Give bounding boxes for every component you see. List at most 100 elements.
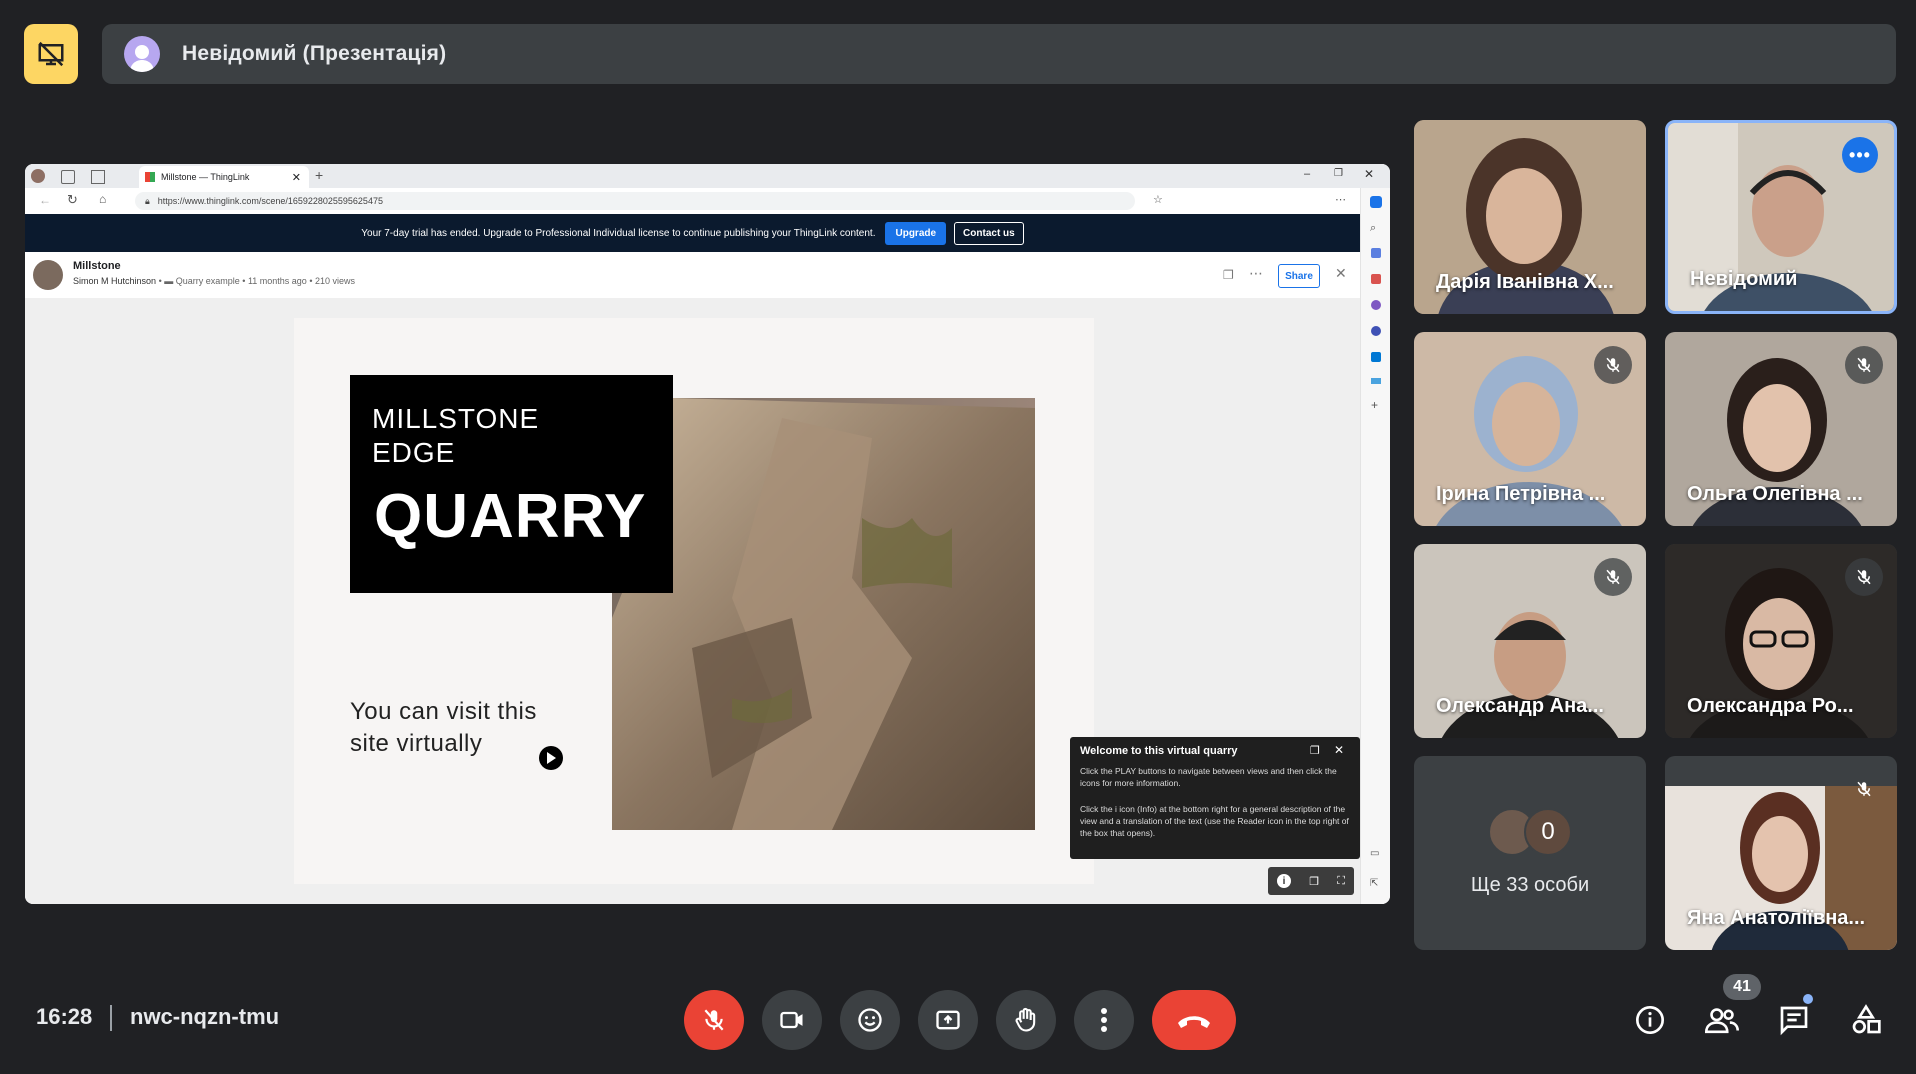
copilot-icon[interactable] xyxy=(1370,196,1382,208)
games-icon[interactable] xyxy=(1371,300,1381,310)
browser-menu-icon[interactable]: ⋯ xyxy=(1335,193,1346,206)
presentation-off-icon xyxy=(38,41,64,67)
presentation-button[interactable] xyxy=(24,24,78,84)
close-tab-icon[interactable]: ✕ xyxy=(292,171,301,184)
back-icon[interactable]: ← xyxy=(39,193,51,207)
present-screen-icon xyxy=(936,1010,960,1030)
participant-tile[interactable]: Олександр Ана... xyxy=(1414,544,1646,738)
office-icon[interactable] xyxy=(1371,326,1381,336)
mic-muted-icon xyxy=(1594,558,1632,596)
slide-caption-line2: site virtually xyxy=(350,730,483,757)
raise-hand-button[interactable] xyxy=(996,990,1056,1050)
scene-author[interactable]: Simon M Hutchinson xyxy=(73,276,156,286)
present-button[interactable] xyxy=(918,990,978,1050)
sidebar-toggle-icon[interactable]: ▭ xyxy=(1370,848,1379,859)
participant-tile[interactable]: Олександра Ро... xyxy=(1665,544,1897,738)
play-icon[interactable] xyxy=(539,746,563,770)
slide-title-big: QUARRY xyxy=(374,482,647,551)
slide-title-line1: MILLSTONE xyxy=(372,403,540,434)
participant-name: Дарія Іванівна Х... xyxy=(1436,271,1614,293)
views-icon[interactable]: ❐ xyxy=(1309,875,1319,888)
scene-age: 11 months ago xyxy=(247,276,307,286)
shopping-icon[interactable] xyxy=(1371,248,1381,258)
leave-call-button[interactable] xyxy=(1152,990,1236,1050)
reader-icon[interactable]: ❐ xyxy=(1310,744,1320,757)
close-panel-icon[interactable]: ✕ xyxy=(1334,743,1344,757)
trial-message: Your 7-day trial has ended. Upgrade to P… xyxy=(361,227,876,239)
more-options-button[interactable] xyxy=(1074,990,1134,1050)
presenter-name: Невідомий (Презентація) xyxy=(182,42,447,65)
participant-name: Олександра Ро... xyxy=(1687,695,1854,717)
avatar xyxy=(124,36,160,72)
count-avatar: 0 xyxy=(1524,808,1572,856)
participant-tile-active[interactable]: ••• Невідомий xyxy=(1665,120,1897,314)
welcome-panel: Welcome to this virtual quarry ❐ ✕ Click… xyxy=(1070,737,1360,859)
scene-header: Millstone Simon M Hutchinson • ▬ Quarry … xyxy=(25,252,1360,299)
drop-icon[interactable] xyxy=(1371,378,1381,384)
share-button[interactable]: Share xyxy=(1278,264,1320,288)
url-field[interactable]: 🔒︎ https://www.thinglink.com/scene/16592… xyxy=(135,192,1135,210)
clock: 16:28 xyxy=(36,1004,93,1029)
activities-icon xyxy=(1852,1004,1881,1034)
slide-title-line2: EDGE xyxy=(372,437,456,468)
author-avatar[interactable] xyxy=(33,260,63,290)
scene-title: Millstone xyxy=(73,260,121,272)
close-scene-icon[interactable]: ✕ xyxy=(1335,265,1347,282)
activities-button[interactable] xyxy=(1844,998,1888,1042)
participants-count-badge: 41 xyxy=(1723,974,1761,1000)
scene-meta: Simon M Hutchinson • ▬ Quarry example • … xyxy=(73,276,356,286)
reactions-button[interactable] xyxy=(840,990,900,1050)
tab-actions-icon[interactable] xyxy=(91,170,105,184)
home-icon[interactable]: ⌂ xyxy=(99,192,106,206)
outlook-icon[interactable] xyxy=(1371,352,1381,362)
fullscreen-icon[interactable]: ⛶ xyxy=(1337,875,1345,888)
shared-screen: Millstone — ThingLink ✕ + – ❐ ✕ ← ↻ ⌂ 🔒︎… xyxy=(25,164,1390,904)
reload-icon[interactable]: ↻ xyxy=(67,192,78,208)
microphone-button[interactable] xyxy=(684,990,744,1050)
participant-tile[interactable]: Дарія Іванівна Х... xyxy=(1414,120,1646,314)
participant-name: Олександр Ана... xyxy=(1436,695,1604,717)
more-options-icon[interactable]: ••• xyxy=(1842,137,1878,173)
window-close-icon[interactable]: ✕ xyxy=(1364,167,1374,181)
workspaces-icon[interactable] xyxy=(61,170,75,184)
new-tab-icon[interactable]: + xyxy=(315,167,323,183)
star-icon[interactable]: ☆ xyxy=(1153,193,1163,206)
participant-tile[interactable]: Ольга Олегівна ... xyxy=(1665,332,1897,526)
more-icon[interactable]: ⋯ xyxy=(1249,265,1263,282)
browser-tab[interactable]: Millstone — ThingLink ✕ xyxy=(139,166,309,188)
profile-avatar[interactable] xyxy=(31,169,45,183)
welcome-para2: Click the i icon (Info) at the bottom ri… xyxy=(1080,804,1349,838)
maximize-icon[interactable]: ❐ xyxy=(1334,168,1343,179)
info-icon[interactable]: i xyxy=(1277,874,1292,888)
copy-icon[interactable]: ❐ xyxy=(1223,268,1234,282)
minimize-icon[interactable]: – xyxy=(1304,168,1310,180)
end-call-icon xyxy=(1178,1016,1210,1028)
contact-us-button[interactable]: Contact us xyxy=(954,221,1024,245)
search-icon[interactable]: ⌕ xyxy=(1370,222,1376,235)
participant-tile[interactable]: Яна Анатоліївна... xyxy=(1665,756,1897,950)
emoji-icon xyxy=(858,1008,882,1032)
mic-muted-icon xyxy=(1594,346,1632,384)
chat-button[interactable] xyxy=(1772,998,1816,1042)
meeting-details-button[interactable] xyxy=(1628,998,1672,1042)
scene-views: 210 views xyxy=(314,276,356,286)
scene-folder[interactable]: Quarry example xyxy=(176,276,240,286)
camera-button[interactable] xyxy=(762,990,822,1050)
presenter-banner: Невідомий (Презентація) xyxy=(102,24,1896,84)
add-icon[interactable]: + xyxy=(1371,398,1378,412)
welcome-title: Welcome to this virtual quarry xyxy=(1080,745,1238,757)
tab-title: Millstone — ThingLink xyxy=(161,172,250,182)
trial-banner: Your 7-day trial has ended. Upgrade to P… xyxy=(25,214,1360,252)
raise-hand-icon xyxy=(1015,1007,1036,1032)
participant-tile[interactable]: Ірина Петрівна ... xyxy=(1414,332,1646,526)
people-button[interactable] xyxy=(1700,998,1744,1042)
upgrade-button[interactable]: Upgrade xyxy=(885,221,947,245)
unread-dot xyxy=(1803,994,1813,1004)
tools-icon[interactable] xyxy=(1371,274,1381,284)
favicon-icon xyxy=(145,172,155,182)
others-tile[interactable]: 0 Ще 33 особи xyxy=(1414,756,1646,950)
external-icon[interactable]: ⇱ xyxy=(1370,878,1378,889)
welcome-para1: Click the PLAY buttons to navigate betwe… xyxy=(1080,766,1337,788)
slide-title-box: MILLSTONE EDGE QUARRY xyxy=(350,375,673,593)
mic-muted-icon xyxy=(1845,346,1883,384)
